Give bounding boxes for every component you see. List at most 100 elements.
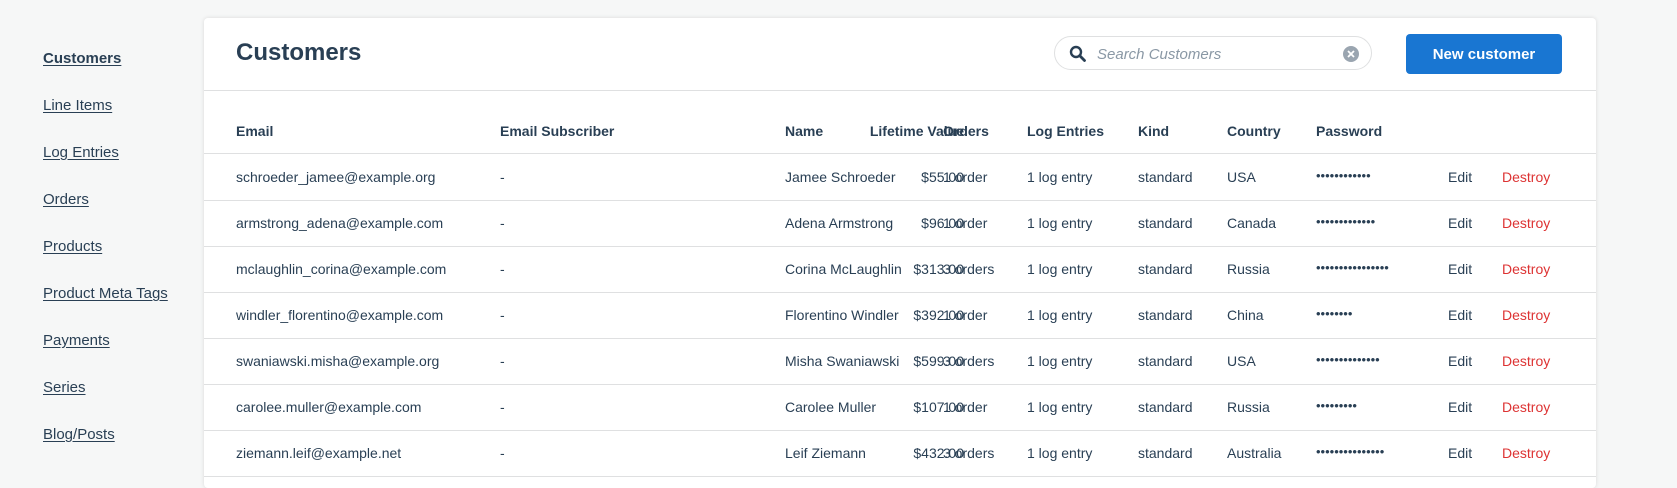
table-row[interactable]: carolee.muller@example.com - $107.00 Car… [204, 384, 1596, 431]
cell-email-subscriber: - [500, 215, 505, 231]
sidebar-item-products[interactable]: Products [43, 238, 102, 255]
destroy-link[interactable]: Destroy [1502, 399, 1550, 415]
cell-name: Jamee Schroeder [785, 169, 896, 185]
new-customer-button[interactable]: New customer [1406, 34, 1562, 74]
cell-kind: standard [1138, 215, 1193, 231]
sidebar-item-payments[interactable]: Payments [43, 332, 110, 349]
cell-email: armstrong_adena@example.com [236, 215, 444, 231]
search-input[interactable] [1095, 43, 1344, 65]
cell-kind: standard [1138, 399, 1193, 415]
column-header-name[interactable]: Name [785, 123, 823, 139]
sidebar-item-orders[interactable]: Orders [43, 191, 89, 208]
sidebar-item-product-meta-tags[interactable]: Product Meta Tags [43, 285, 168, 302]
edit-link[interactable]: Edit [1448, 169, 1472, 185]
sidebar-item-customers[interactable]: Customers [43, 50, 121, 67]
cell-orders: 3 orders [943, 353, 995, 369]
table-row[interactable]: windler_florentino@example.com - $392.00… [204, 292, 1596, 339]
cell-country: USA [1227, 353, 1256, 369]
cell-country: China [1227, 307, 1264, 323]
cell-kind: standard [1138, 261, 1193, 277]
sidebar-item-log-entries[interactable]: Log Entries [43, 144, 119, 161]
edit-link[interactable]: Edit [1448, 399, 1472, 415]
cell-log-entries: 1 log entry [1027, 445, 1093, 461]
page-header: Customers New customer [204, 18, 1596, 91]
cell-email: carolee.muller@example.com [236, 399, 422, 415]
destroy-link[interactable]: Destroy [1502, 445, 1550, 461]
cell-kind: standard [1138, 353, 1193, 369]
cell-password: •••••••••••• [1316, 168, 1371, 183]
table-header-row: Email Email Subscriber Lifetime Value Na… [204, 91, 1596, 154]
cell-password: ••••••••• [1316, 398, 1357, 413]
cell-password: •••••••• [1316, 306, 1353, 321]
cell-password: ••••••••••••••• [1316, 444, 1385, 459]
edit-link[interactable]: Edit [1448, 261, 1472, 277]
cell-name: Carolee Muller [785, 399, 877, 415]
destroy-link[interactable]: Destroy [1502, 307, 1550, 323]
cell-email: mclaughlin_corina@example.com [236, 261, 447, 277]
cell-country: Canada [1227, 215, 1277, 231]
sidebar-item-line-items[interactable]: Line Items [43, 97, 112, 114]
table-row[interactable]: swaniawski.misha@example.org - $599.00 M… [204, 338, 1596, 385]
cell-log-entries: 1 log entry [1027, 353, 1093, 369]
cell-password: ••••••••••••• [1316, 214, 1376, 229]
cell-email-subscriber: - [500, 353, 505, 369]
cell-name: Leif Ziemann [785, 445, 866, 461]
cell-password: •••••••••••••• [1316, 352, 1380, 367]
cell-orders: 1 order [943, 399, 988, 415]
table-row[interactable]: ziemann.leif@example.net - $432.00 Leif … [204, 430, 1596, 477]
destroy-link[interactable]: Destroy [1502, 215, 1550, 231]
page-title: Customers [236, 39, 362, 66]
sidebar-item-blog-posts[interactable]: Blog/Posts [43, 426, 115, 443]
cell-name: Corina McLaughlin [785, 261, 902, 277]
cell-email: windler_florentino@example.com [236, 307, 444, 323]
cell-orders: 3 orders [943, 445, 995, 461]
search-icon [1069, 45, 1086, 62]
edit-link[interactable]: Edit [1448, 307, 1472, 323]
cell-orders: 1 order [943, 169, 988, 185]
cell-email-subscriber: - [500, 261, 505, 277]
table-row[interactable]: mclaughlin_corina@example.com - $313.00 … [204, 246, 1596, 293]
cell-email: schroeder_jamee@example.org [236, 169, 436, 185]
cell-log-entries: 1 log entry [1027, 215, 1093, 231]
column-header-password[interactable]: Password [1316, 123, 1382, 139]
column-header-email[interactable]: Email [236, 123, 273, 139]
cell-name: Florentino Windler [785, 307, 899, 323]
sidebar-item-series[interactable]: Series [43, 379, 86, 396]
edit-link[interactable]: Edit [1448, 353, 1472, 369]
edit-link[interactable]: Edit [1448, 445, 1472, 461]
cell-kind: standard [1138, 307, 1193, 323]
destroy-link[interactable]: Destroy [1502, 169, 1550, 185]
cell-kind: standard [1138, 169, 1193, 185]
search-box[interactable] [1054, 36, 1372, 70]
column-header-log-entries[interactable]: Log Entries [1027, 123, 1104, 139]
table-row[interactable]: armstrong_adena@example.com - $96.00 Ade… [204, 200, 1596, 247]
column-header-country[interactable]: Country [1227, 123, 1281, 139]
cell-orders: 3 orders [943, 261, 995, 277]
edit-link[interactable]: Edit [1448, 215, 1472, 231]
cell-name: Adena Armstrong [785, 215, 894, 231]
cell-email-subscriber: - [500, 169, 505, 185]
cell-email-subscriber: - [500, 307, 505, 323]
cell-kind: standard [1138, 445, 1193, 461]
table-row[interactable]: schroeder_jamee@example.org - $55.00 Jam… [204, 154, 1596, 201]
cell-email: swaniawski.misha@example.org [236, 353, 440, 369]
destroy-link[interactable]: Destroy [1502, 261, 1550, 277]
column-header-orders[interactable]: Orders [943, 123, 989, 139]
cell-country: Australia [1227, 445, 1282, 461]
cell-password: •••••••••••••••• [1316, 260, 1389, 275]
cell-name: Misha Swaniawski [785, 353, 900, 369]
cell-log-entries: 1 log entry [1027, 307, 1093, 323]
column-header-email-subscriber[interactable]: Email Subscriber [500, 123, 614, 139]
close-circle-icon[interactable] [1343, 46, 1359, 62]
column-header-kind[interactable]: Kind [1138, 123, 1169, 139]
cell-country: Russia [1227, 399, 1270, 415]
cell-email-subscriber: - [500, 399, 505, 415]
destroy-link[interactable]: Destroy [1502, 353, 1550, 369]
cell-email: ziemann.leif@example.net [236, 445, 402, 461]
cell-email-subscriber: - [500, 445, 505, 461]
cell-log-entries: 1 log entry [1027, 261, 1093, 277]
cell-orders: 1 order [943, 215, 988, 231]
cell-log-entries: 1 log entry [1027, 169, 1093, 185]
cell-log-entries: 1 log entry [1027, 399, 1093, 415]
cell-country: USA [1227, 169, 1256, 185]
